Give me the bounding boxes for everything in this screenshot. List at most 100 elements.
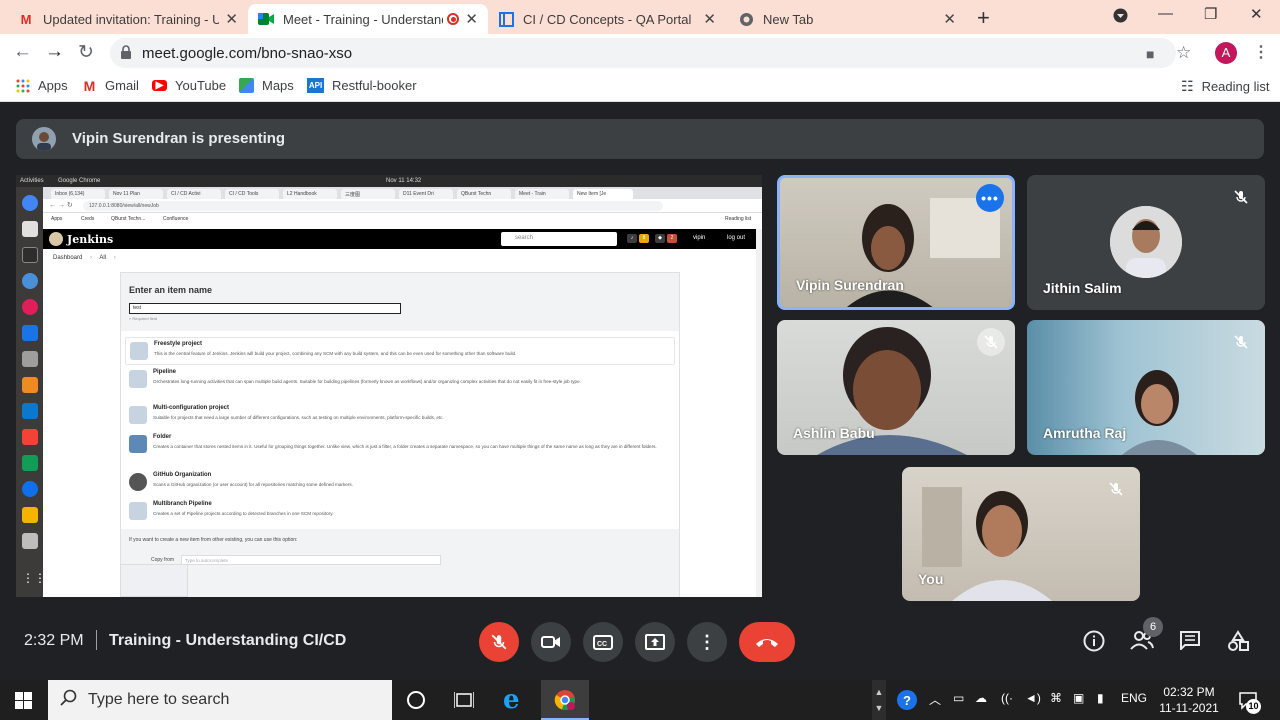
- activities-button[interactable]: [1227, 630, 1249, 657]
- close-tab-icon[interactable]: ✕: [225, 10, 238, 28]
- inner-scrollbar: [756, 229, 762, 597]
- present-button[interactable]: [635, 622, 675, 662]
- bookmark-star-icon[interactable]: ☆: [1176, 43, 1191, 63]
- copy-from-section: If you want to create a new item from ot…: [121, 529, 679, 597]
- bookmark-maps[interactable]: Maps: [239, 78, 294, 93]
- camera-icon: [541, 636, 560, 648]
- restore-button[interactable]: ❐: [1204, 5, 1217, 23]
- chrome-icon: [22, 195, 38, 211]
- hang-up-icon: [756, 639, 778, 647]
- network-icon[interactable]: ⌘: [1050, 691, 1062, 705]
- participant-tile-ashlin[interactable]: Ashlin Babu: [777, 320, 1015, 455]
- forward-icon[interactable]: →: [45, 41, 64, 63]
- chat-button[interactable]: [1179, 630, 1201, 655]
- battery-icon[interactable]: ▮: [1097, 691, 1104, 705]
- close-tab-icon[interactable]: ✕: [703, 10, 716, 28]
- captions-button[interactable]: CC: [583, 622, 623, 662]
- gmail-icon: M: [20, 11, 32, 27]
- multibranch-icon: [129, 502, 147, 520]
- bookmark-youtube[interactable]: ▶ YouTube: [152, 78, 226, 93]
- address-bar[interactable]: meet.google.com/bno-snao-xso ■ ☆: [110, 38, 1191, 68]
- option-folder: Folder Creates a container that stores n…: [125, 431, 675, 467]
- jenkins-header: Jenkins search ♪ 8 ◆ 2 vipin log out: [43, 229, 756, 249]
- option-pipeline: Pipeline Orchestrates long-running activ…: [125, 366, 675, 400]
- bookmark-gmail[interactable]: M Gmail: [82, 78, 139, 94]
- chrome-icon: [738, 11, 754, 27]
- reload-icon[interactable]: ↻: [78, 41, 94, 64]
- github-icon: [129, 473, 147, 491]
- jenkins-logo: [49, 232, 63, 246]
- windows-taskbar: Type here to search e ▲ ▼ ? ︿ ▭ ☁ ((· ◄) …: [0, 680, 1280, 720]
- camera-icon[interactable]: ■: [1146, 46, 1154, 62]
- task-view-icon[interactable]: [453, 691, 475, 714]
- camera-toggle-button[interactable]: [531, 622, 571, 662]
- language-indicator[interactable]: ENG: [1121, 691, 1147, 705]
- more-vert-icon: ⋮: [698, 631, 716, 652]
- back-icon[interactable]: ←: [13, 41, 32, 63]
- tab-qa-portal[interactable]: CI / CD Concepts - QA Portal ✕: [488, 4, 726, 34]
- more-options-button[interactable]: ⋮: [687, 622, 727, 662]
- slack-icon: [22, 299, 38, 315]
- url-text: meet.google.com/bno-snao-xso: [142, 45, 353, 62]
- tab-gmail[interactable]: M Updated invitation: Training - Un ✕: [8, 4, 248, 34]
- close-tab-icon[interactable]: ✕: [943, 10, 956, 28]
- new-tab-button[interactable]: +: [977, 5, 990, 31]
- inner-tab-strip: Inbox (6,134) Nov 11 Plan CI / CD Activi…: [43, 187, 762, 199]
- notifications-button[interactable]: 10: [1238, 690, 1261, 715]
- participant-tile-vipin[interactable]: ••• Vipin Surendran: [777, 175, 1015, 310]
- onedrive-icon[interactable]: ☁: [975, 691, 987, 705]
- teamviewer-icon: [22, 481, 38, 497]
- taskbar-search[interactable]: Type here to search: [48, 680, 392, 720]
- close-tab-icon[interactable]: ✕: [465, 10, 478, 28]
- bookmark-restful-booker[interactable]: API Restful-booker: [307, 78, 417, 93]
- volume-icon[interactable]: ◄): [1025, 691, 1041, 705]
- wifi-icon[interactable]: ((·: [1001, 691, 1013, 705]
- portal-icon: [498, 11, 514, 27]
- chrome-menu-icon[interactable]: ⋮: [1253, 42, 1269, 62]
- participant-tile-jithin[interactable]: Jithin Salim: [1027, 175, 1265, 310]
- meeting-time: 2:32 PM: [24, 632, 84, 649]
- editor-icon: [22, 325, 38, 341]
- app-icon: [22, 403, 38, 419]
- tab-new-tab[interactable]: New Tab ✕: [728, 4, 966, 34]
- ok-button-area: OK: [120, 564, 188, 597]
- minimize-button[interactable]: —: [1158, 5, 1173, 22]
- multi-config-icon: [129, 406, 147, 424]
- participant-tile-you[interactable]: You: [902, 467, 1140, 601]
- item-name-input: test: [129, 303, 401, 314]
- meeting-details-button[interactable]: [1083, 630, 1105, 657]
- participant-tile-amrutha[interactable]: Amrutha Raj: [1027, 320, 1265, 455]
- display-icon[interactable]: ▣: [1073, 691, 1084, 705]
- close-window-button[interactable]: ✕: [1250, 5, 1263, 23]
- windows-start-button[interactable]: [15, 692, 32, 714]
- mic-off-icon: [491, 634, 507, 650]
- tab-meet[interactable]: Meet - Training - Understand ✕: [248, 4, 488, 34]
- mic-toggle-button[interactable]: [479, 622, 519, 662]
- present-screen-icon: [645, 634, 665, 650]
- internet-explorer-icon[interactable]: e: [503, 687, 520, 713]
- tray-overflow-icon[interactable]: ︿: [929, 691, 941, 708]
- notification-count: 10: [1246, 699, 1261, 714]
- leave-call-button[interactable]: [739, 622, 795, 662]
- device-icon[interactable]: ▭: [953, 691, 964, 705]
- shield-icon: ◆: [655, 234, 665, 243]
- copy-from-input: Type to autocomplete: [181, 555, 441, 565]
- taskbar-clock[interactable]: 02:32 PM 11-11-2021: [1156, 684, 1222, 716]
- lock-icon: [120, 45, 132, 59]
- bookmark-apps[interactable]: Apps: [15, 78, 68, 93]
- windows-logo-icon: [15, 692, 32, 709]
- cortana-icon[interactable]: [407, 691, 425, 709]
- tab-search-icon[interactable]: [1113, 8, 1128, 27]
- taskbar-scroll[interactable]: ▲ ▼: [872, 680, 886, 720]
- files-icon: [22, 221, 38, 237]
- help-icon[interactable]: ?: [896, 689, 918, 714]
- screenshot-icon: [22, 533, 38, 549]
- app-icon: [22, 351, 38, 367]
- profile-avatar[interactable]: A: [1215, 42, 1237, 64]
- more-options-button[interactable]: •••: [976, 184, 1004, 212]
- info-icon: [1083, 630, 1105, 652]
- reading-list-button[interactable]: ☷ Reading list: [1181, 78, 1270, 95]
- meet-icon: [258, 11, 274, 27]
- taskbar-chrome-button[interactable]: [541, 680, 589, 720]
- search-icon: [60, 689, 78, 712]
